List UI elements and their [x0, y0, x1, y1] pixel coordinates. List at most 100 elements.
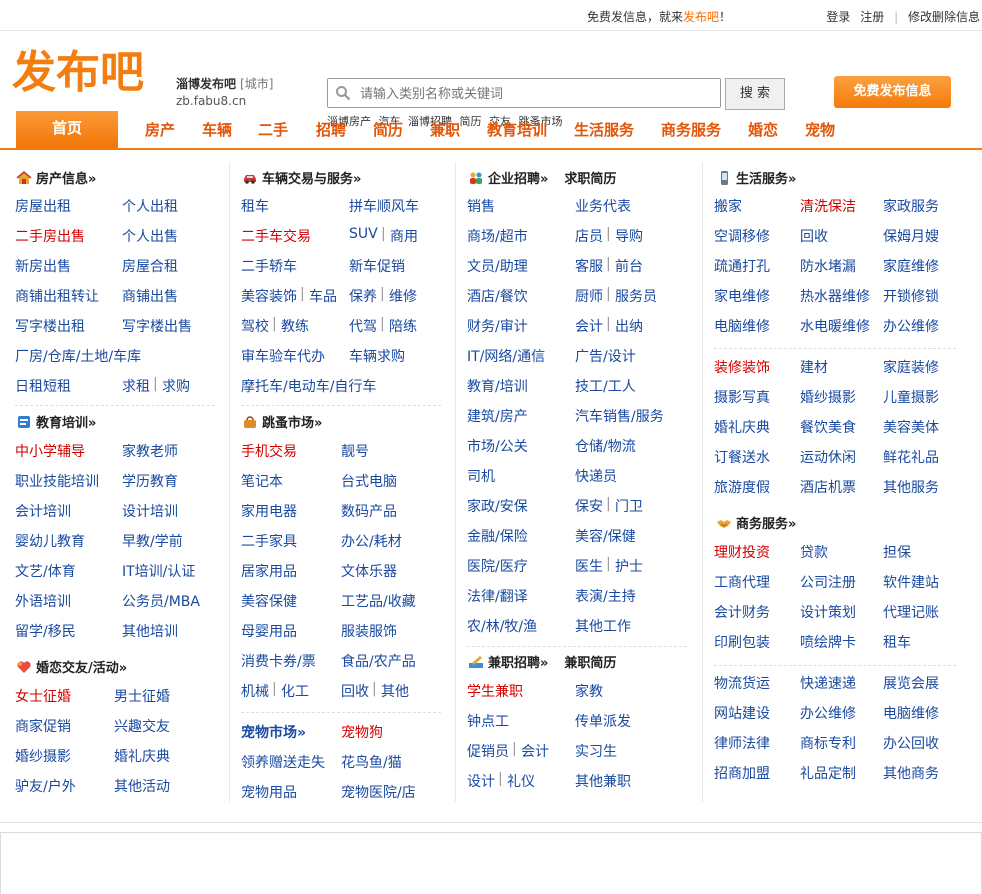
category-link[interactable]: 理财投资 — [714, 542, 770, 562]
category-link[interactable]: 运动休闲 — [800, 447, 856, 467]
category-link[interactable]: 居家用品 — [241, 561, 297, 581]
section-title[interactable]: 车辆交易与服务» — [242, 168, 361, 187]
category-link[interactable]: 会计培训 — [15, 501, 71, 521]
category-link[interactable]: 工商代理 — [714, 572, 770, 592]
category-link[interactable]: 个人出售 — [122, 226, 178, 246]
category-link[interactable]: 家政/安保 — [467, 496, 528, 516]
category-link[interactable]: IT/网络/通信 — [467, 346, 545, 366]
category-link[interactable]: 求购 — [162, 376, 190, 396]
category-link[interactable]: 代理记账 — [883, 602, 939, 622]
category-link[interactable]: 家庭装修 — [883, 357, 939, 377]
category-link[interactable]: 二手房出售 — [15, 226, 85, 246]
section-title[interactable]: 生活服务» — [716, 168, 796, 187]
category-link[interactable]: 二手车交易 — [241, 226, 311, 246]
category-link[interactable]: 技工/工人 — [575, 376, 636, 396]
category-link[interactable]: 网站建设 — [714, 703, 770, 723]
category-link[interactable]: 宠物医院/店 — [341, 782, 416, 802]
category-link[interactable]: 摩托车/电动车/自行车 — [241, 376, 376, 396]
category-link[interactable]: 机械 — [241, 681, 269, 701]
section-subtitle[interactable]: 求职简历 — [564, 172, 616, 187]
register-link[interactable]: 注册 — [860, 10, 884, 24]
category-link[interactable]: 印刷包装 — [714, 632, 770, 652]
category-link[interactable]: 保安 — [575, 496, 603, 516]
nav-item[interactable]: 宠物 — [805, 119, 835, 140]
category-link[interactable]: 男士征婚 — [114, 686, 170, 706]
category-link[interactable]: 软件建站 — [883, 572, 939, 592]
category-link[interactable]: 商标专利 — [800, 733, 856, 753]
category-link[interactable]: 教育/培训 — [467, 376, 528, 396]
category-link[interactable]: 会计 — [575, 316, 603, 336]
category-link[interactable]: 办公回收 — [883, 733, 939, 753]
category-link[interactable]: 家教老师 — [122, 441, 178, 461]
category-link[interactable]: 职业技能培训 — [15, 471, 99, 491]
category-link[interactable]: 导购 — [615, 226, 643, 246]
site-logo[interactable]: 发布吧 — [12, 41, 160, 97]
category-link[interactable]: 学生兼职 — [467, 681, 523, 701]
nav-item[interactable]: 简历 — [373, 119, 403, 140]
category-link[interactable]: 商家促销 — [15, 716, 71, 736]
category-link[interactable]: 其他活动 — [114, 776, 170, 796]
category-link[interactable]: 兴趣交友 — [114, 716, 170, 736]
category-link[interactable]: 女士征婚 — [15, 686, 71, 706]
category-link[interactable]: 日租短租 — [15, 376, 71, 396]
category-link[interactable]: 美容美体 — [883, 417, 939, 437]
nav-item[interactable]: 教育培训 — [487, 119, 547, 140]
category-link[interactable]: 二手家具 — [241, 531, 297, 551]
category-link[interactable]: 车辆求购 — [349, 346, 405, 366]
manage-posts-link[interactable]: 修改删除信息 — [908, 10, 980, 24]
category-link[interactable]: 设计 — [467, 771, 495, 791]
category-link[interactable]: 传单派发 — [575, 711, 631, 731]
category-link[interactable]: 表演/主持 — [575, 586, 636, 606]
category-link[interactable]: 靓号 — [341, 441, 369, 461]
category-link[interactable]: 农/林/牧/渔 — [467, 616, 537, 636]
category-link[interactable]: 宠物狗 — [341, 722, 383, 742]
search-button[interactable]: 搜 索 — [725, 78, 785, 110]
category-link[interactable]: 车品 — [309, 286, 337, 306]
category-link[interactable]: 医生 — [575, 556, 603, 576]
nav-item[interactable]: 生活服务 — [574, 119, 634, 140]
category-link[interactable]: 招商加盟 — [714, 763, 770, 783]
category-link[interactable]: 医院/医疗 — [467, 556, 528, 576]
category-link[interactable]: 旅游度假 — [714, 477, 770, 497]
category-link[interactable]: 学历教育 — [122, 471, 178, 491]
category-link[interactable]: 鲜花礼品 — [883, 447, 939, 467]
section-title[interactable]: 宠物市场» — [241, 722, 306, 742]
category-link[interactable]: 实习生 — [575, 741, 617, 761]
category-link[interactable]: 保养 — [349, 286, 377, 306]
category-link[interactable]: 婚礼庆典 — [714, 417, 770, 437]
category-link[interactable]: 消费卡券/票 — [241, 651, 316, 671]
category-link[interactable]: 美容/保健 — [575, 526, 636, 546]
nav-item[interactable]: 车辆 — [202, 119, 232, 140]
category-link[interactable]: 个人出租 — [122, 196, 178, 216]
category-link[interactable]: 办公维修 — [883, 316, 939, 336]
category-link[interactable]: 婴幼儿教育 — [15, 531, 85, 551]
category-link[interactable]: 出纳 — [615, 316, 643, 336]
category-link[interactable]: 家庭维修 — [883, 256, 939, 276]
category-link[interactable]: 礼仪 — [507, 771, 535, 791]
category-link[interactable]: 展览会展 — [883, 673, 939, 693]
category-link[interactable]: 热水器维修 — [800, 286, 870, 306]
search-input[interactable] — [358, 83, 712, 105]
category-link[interactable]: 商用 — [390, 226, 418, 246]
post-info-button[interactable]: 免费发布信息 — [834, 76, 951, 108]
category-link[interactable]: 驾校 — [241, 316, 269, 336]
category-link[interactable]: 电脑维修 — [714, 316, 770, 336]
category-link[interactable]: 设计培训 — [122, 501, 178, 521]
section-title[interactable]: 房产信息» — [16, 168, 96, 187]
category-link[interactable]: 文艺/体育 — [15, 561, 76, 581]
category-link[interactable]: 店员 — [575, 226, 603, 246]
category-link[interactable]: 文体乐器 — [341, 561, 397, 581]
category-link[interactable]: 婚纱摄影 — [15, 746, 71, 766]
category-link[interactable]: 家政服务 — [883, 196, 939, 216]
category-link[interactable]: 建材 — [800, 357, 828, 377]
category-link[interactable]: 市场/公关 — [467, 436, 528, 456]
category-link[interactable]: 留学/移民 — [15, 621, 76, 641]
category-link[interactable]: 金融/保险 — [467, 526, 528, 546]
category-link[interactable]: 其他工作 — [575, 616, 631, 636]
category-link[interactable]: 装修装饰 — [714, 357, 770, 377]
category-link[interactable]: 促销员 — [467, 741, 509, 761]
category-link[interactable]: 喷绘牌卡 — [800, 632, 856, 652]
category-link[interactable]: 儿童摄影 — [883, 387, 939, 407]
section-title[interactable]: 兼职招聘» 兼职简历 — [468, 652, 616, 671]
category-link[interactable]: 笔记本 — [241, 471, 283, 491]
